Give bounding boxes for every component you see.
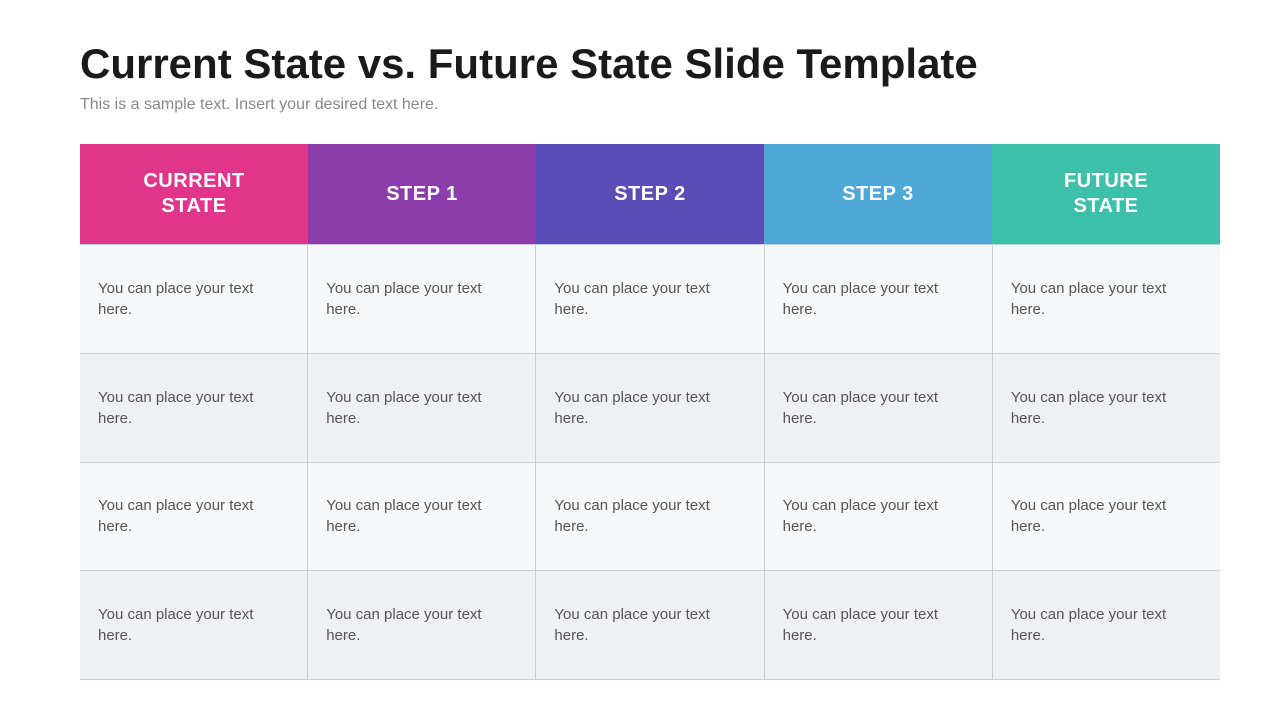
table-wrapper: CURRENTSTATESTEP 1STEP 2STEP 3FUTURESTAT… [80, 144, 1220, 680]
table-cell-r1-c2: You can place your text here. [536, 354, 764, 462]
header-cell-step2: STEP 2 [536, 144, 764, 244]
table-cell-r0-c0: You can place your text here. [80, 245, 308, 353]
table-cell-r0-c4: You can place your text here. [993, 245, 1220, 353]
table-cell-r3-c2: You can place your text here. [536, 571, 764, 679]
table-row: You can place your text here.You can pla… [80, 244, 1220, 353]
table-cell-r0-c3: You can place your text here. [765, 245, 993, 353]
table-cell-r1-c3: You can place your text here. [765, 354, 993, 462]
table-cell-r2-c1: You can place your text here. [308, 463, 536, 571]
table-row: You can place your text here.You can pla… [80, 462, 1220, 571]
table-cell-r1-c4: You can place your text here. [993, 354, 1220, 462]
table-cell-r2-c3: You can place your text here. [765, 463, 993, 571]
page-title: Current State vs. Future State Slide Tem… [80, 40, 1220, 88]
table-cell-r3-c1: You can place your text here. [308, 571, 536, 679]
page-subtitle: This is a sample text. Insert your desir… [80, 96, 1220, 114]
table-cell-r2-c0: You can place your text here. [80, 463, 308, 571]
table-container: CURRENTSTATESTEP 1STEP 2STEP 3FUTURESTAT… [80, 144, 1220, 680]
table-row: You can place your text here.You can pla… [80, 570, 1220, 680]
header-cell-current-state: CURRENTSTATE [80, 144, 308, 244]
table-row: You can place your text here.You can pla… [80, 353, 1220, 462]
table-cell-r2-c4: You can place your text here. [993, 463, 1220, 571]
table-cell-r1-c0: You can place your text here. [80, 354, 308, 462]
table-cell-r0-c1: You can place your text here. [308, 245, 536, 353]
table-cell-r3-c3: You can place your text here. [765, 571, 993, 679]
header-cell-step1: STEP 1 [308, 144, 536, 244]
table-cell-r2-c2: You can place your text here. [536, 463, 764, 571]
header-cell-future-state: FUTURESTATE [992, 144, 1220, 244]
table-cell-r1-c1: You can place your text here. [308, 354, 536, 462]
table-cell-r0-c2: You can place your text here. [536, 245, 764, 353]
data-rows: You can place your text here.You can pla… [80, 244, 1220, 680]
table-cell-r3-c0: You can place your text here. [80, 571, 308, 679]
header-row: CURRENTSTATESTEP 1STEP 2STEP 3FUTURESTAT… [80, 144, 1220, 244]
header-cell-step3: STEP 3 [764, 144, 992, 244]
table-cell-r3-c4: You can place your text here. [993, 571, 1220, 679]
